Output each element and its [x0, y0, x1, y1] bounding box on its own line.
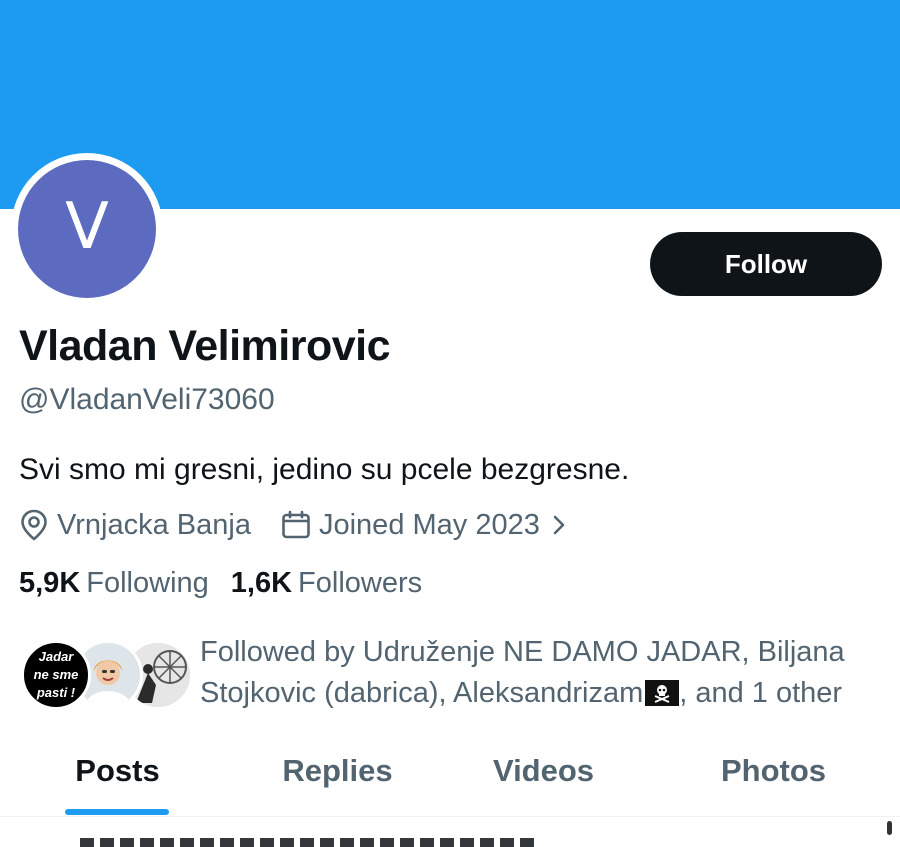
- avatar-letter: V: [65, 190, 109, 264]
- pirate-flag-icon: [645, 680, 680, 706]
- display-name: Vladan Velimirovic: [19, 322, 391, 370]
- tab-videos[interactable]: Videos: [456, 733, 631, 817]
- followers-label: Followers: [298, 567, 423, 599]
- tab-replies[interactable]: Replies: [250, 733, 425, 817]
- avatar[interactable]: V: [18, 160, 156, 298]
- followers-link[interactable]: 1,6K Followers: [231, 567, 422, 600]
- location-pin-icon: [21, 509, 47, 541]
- chevron-right-icon[interactable]: [552, 514, 574, 536]
- avatar-text-line-3: pasti !: [36, 685, 76, 700]
- followed-by-avatars[interactable]: Jadar ne sme pasti !: [21, 640, 193, 710]
- profile-bio: Svi smo mi gresni, jedino su pcele bezgr…: [19, 453, 630, 486]
- following-link[interactable]: 5,9K Following: [19, 567, 209, 600]
- profile-avatar-ring: V: [11, 153, 163, 305]
- following-label: Following: [86, 567, 209, 599]
- avatar-text-line-1: Jadar: [38, 649, 74, 664]
- calendar-icon: [282, 510, 310, 539]
- profile-tabs: Posts Replies Videos Photos: [0, 733, 900, 817]
- scrollbar[interactable]: [887, 821, 892, 835]
- next-post-peek: [80, 838, 540, 847]
- user-handle: @VladanVeli73060: [19, 383, 275, 416]
- location-text: Vrnjacka Banja: [57, 508, 251, 541]
- follow-stats: 5,9K Following 1,6K Followers: [19, 567, 422, 600]
- joined-text: Joined May 2023: [318, 508, 540, 541]
- follow-button[interactable]: Follow: [650, 232, 882, 296]
- follower-avatar-jadar: Jadar ne sme pasti !: [21, 640, 91, 710]
- following-count: 5,9K: [19, 567, 81, 599]
- active-tab-indicator: [65, 809, 169, 815]
- tab-photos[interactable]: Photos: [686, 733, 861, 817]
- followed-by-text[interactable]: Followed by Udruženje NE DAMO JADAR, Bil…: [200, 632, 890, 714]
- joined-date[interactable]: Joined May 2023: [281, 509, 574, 542]
- tab-posts[interactable]: Posts: [30, 733, 205, 817]
- followed-by-others: , and 1 other: [679, 677, 843, 709]
- avatar-text-line-2: ne sme: [33, 667, 79, 682]
- profile-meta: Vrnjacka Banja Joined May 2023: [19, 506, 574, 544]
- followers-count: 1,6K: [230, 567, 293, 599]
- location: Vrnjacka Banja: [19, 509, 251, 542]
